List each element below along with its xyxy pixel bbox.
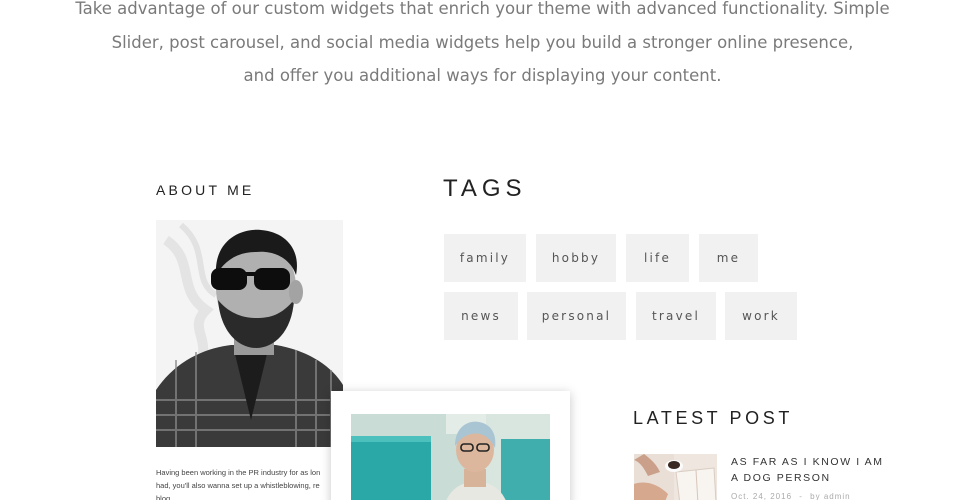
about-me-text: Having been working in the PR industry f… <box>156 466 336 500</box>
intro-line: Take advantage of our custom widgets tha… <box>75 0 890 18</box>
latest-post-title: LATEST POST <box>633 408 793 428</box>
intro-text: Take advantage of our custom widgets tha… <box>0 0 965 93</box>
tag-work[interactable]: work <box>725 292 797 340</box>
tag-hobby[interactable]: hobby <box>536 234 616 282</box>
post-thumbnail[interactable] <box>634 454 717 500</box>
tag-news[interactable]: news <box>444 292 518 340</box>
about-text-line: blog <box>156 494 171 500</box>
intro-line: and offer you additional ways for displa… <box>243 66 722 85</box>
post-date: Oct. 24, 2016 <box>731 492 793 500</box>
post-meta: Oct. 24, 2016 - by admin <box>731 492 851 500</box>
tags-title: TAGS <box>443 175 527 202</box>
intro-line: Slider, post carousel, and social media … <box>111 32 854 52</box>
post-title-link[interactable]: AS FAR AS I KNOW I AM A DOG PERSON <box>731 454 891 486</box>
tag-family[interactable]: family <box>444 234 526 282</box>
about-me-photo <box>156 220 343 447</box>
image-card[interactable] <box>331 391 570 500</box>
post-author[interactable]: by admin <box>810 492 850 500</box>
about-text-line: had, you'll also wanna set up a whistleb… <box>156 481 320 490</box>
about-me-title: ABOUT ME <box>156 182 255 198</box>
tag-personal[interactable]: personal <box>527 292 626 340</box>
tag-life[interactable]: life <box>626 234 689 282</box>
about-text-line: Having been working in the PR industry f… <box>156 468 321 477</box>
post-meta-separator: - <box>799 492 803 500</box>
tag-travel[interactable]: travel <box>636 292 716 340</box>
tag-me[interactable]: me <box>699 234 758 282</box>
card-photo <box>351 414 550 500</box>
